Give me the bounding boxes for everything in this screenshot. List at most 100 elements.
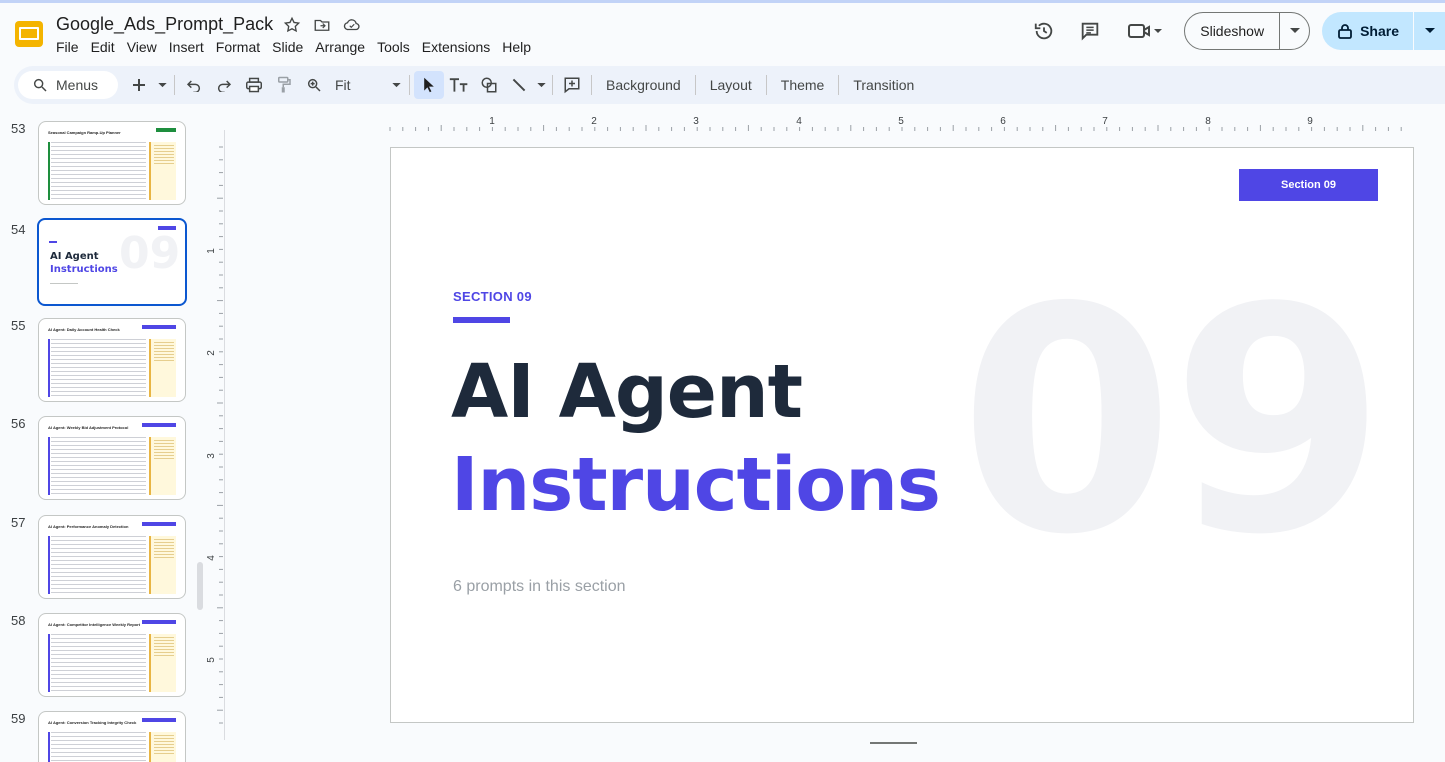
thumbnail-body-lines <box>51 536 146 594</box>
slide-number: 55 <box>11 318 26 333</box>
thumbnail-big-number: 09 <box>119 228 181 279</box>
thumbnail-accent-bar <box>48 536 50 594</box>
section-accent-bar[interactable] <box>453 317 510 323</box>
theme-button[interactable]: Theme <box>771 77 835 93</box>
slide-number: 54 <box>11 222 26 237</box>
slide-number: 58 <box>11 613 26 628</box>
search-menus[interactable]: Menus <box>18 71 118 99</box>
layout-button[interactable]: Layout <box>700 77 762 93</box>
search-icon <box>33 78 47 92</box>
menu-bar: File Edit View Insert Format Slide Arran… <box>56 38 543 56</box>
thumbnail-accent-bar <box>48 732 50 762</box>
line-dropdown-icon[interactable] <box>534 71 548 99</box>
menu-view[interactable]: View <box>127 38 162 56</box>
toolbar-divider <box>838 75 840 95</box>
move-folder-icon[interactable] <box>312 15 332 35</box>
ruler-label: 4 <box>796 116 802 127</box>
horizontal-ruler[interactable]: 1 2 3 4 5 6 7 8 9 <box>224 112 1445 132</box>
insert-comment-icon[interactable] <box>557 71 587 99</box>
slide-number: 57 <box>11 515 26 530</box>
filmstrip-scrollbar[interactable] <box>197 562 203 610</box>
ruler-label: 4 <box>206 555 217 561</box>
undo-icon[interactable] <box>179 71 209 99</box>
ruler-label: 1 <box>206 248 217 254</box>
thumbnail-title: AI Agent: Conversion Tracking Integrity … <box>48 720 137 725</box>
zoom-icon[interactable] <box>299 71 329 99</box>
slideshow-dropdown-icon[interactable] <box>1279 13 1309 49</box>
select-pointer-icon[interactable] <box>414 71 444 99</box>
slide-big-number[interactable]: 09 <box>959 268 1386 578</box>
slide-number: 53 <box>11 121 26 136</box>
ruler-label: 2 <box>206 350 217 356</box>
toolbar-divider <box>765 75 767 95</box>
share-button[interactable]: Share <box>1322 12 1413 50</box>
menu-tools[interactable]: Tools <box>377 38 415 56</box>
slide-thumbnail[interactable]: AI Agent: Performance Anomaly Detection <box>38 515 186 599</box>
share-dropdown-icon[interactable] <box>1413 12 1445 50</box>
slideshow-button[interactable]: Slideshow <box>1185 13 1279 49</box>
slides-logo-icon[interactable] <box>13 18 45 50</box>
slide-thumbnail[interactable]: AI Agent: Daily Account Health Check <box>38 318 186 402</box>
menu-help[interactable]: Help <box>502 38 536 56</box>
thumbnail-accent-bar <box>48 634 50 692</box>
cloud-status-icon[interactable] <box>342 15 362 35</box>
menu-extensions[interactable]: Extensions <box>422 38 495 56</box>
ruler-edge <box>224 130 225 740</box>
section-label[interactable]: SECTION 09 <box>453 289 532 304</box>
paint-format-icon[interactable] <box>269 71 299 99</box>
new-slide-plus-icon[interactable] <box>124 71 154 99</box>
thumbnail-accent-bar <box>48 437 50 495</box>
thumbnail-tag <box>142 620 176 624</box>
vertical-ruler[interactable]: 1 2 3 4 5 <box>204 130 224 740</box>
slide-thumbnail[interactable]: AI Agent: Competitor Intelligence Weekly… <box>38 613 186 697</box>
star-icon[interactable] <box>282 15 302 35</box>
redo-icon[interactable] <box>209 71 239 99</box>
thumbnail-accent-bar <box>49 241 57 243</box>
comments-icon[interactable] <box>1072 13 1108 49</box>
slide-thumbnail[interactable]: AI Agent: Weekly Bid Adjustment Protocol <box>38 416 186 500</box>
toolbar-divider <box>552 75 553 95</box>
background-button[interactable]: Background <box>596 77 691 93</box>
section-badge[interactable]: Section 09 <box>1239 169 1378 201</box>
ruler-label: 5 <box>206 657 217 663</box>
shape-icon[interactable] <box>474 71 504 99</box>
slide-thumbnail[interactable]: AI Agent: Conversion Tracking Integrity … <box>38 711 186 762</box>
new-slide-dropdown-icon[interactable] <box>154 71 170 99</box>
thumbnail-body-lines <box>51 732 146 762</box>
toolbar-divider <box>591 75 592 95</box>
slide-title-line1[interactable]: AI Agent <box>451 355 803 429</box>
ruler-label: 8 <box>1205 116 1211 127</box>
slide-subtitle[interactable]: 6 prompts in this section <box>453 578 626 596</box>
thumbnail-body-lines <box>51 634 146 692</box>
lock-icon <box>1338 24 1352 39</box>
thumbnail-tag <box>142 423 176 427</box>
line-icon[interactable] <box>504 71 534 99</box>
ruler-label: 2 <box>591 116 597 127</box>
menu-slide[interactable]: Slide <box>272 38 308 56</box>
slide-title-line2[interactable]: Instructions <box>451 448 941 522</box>
menu-insert[interactable]: Insert <box>169 38 209 56</box>
thumbnail-title: AI Agent: Daily Account Health Check <box>48 327 120 332</box>
transition-button[interactable]: Transition <box>843 77 924 93</box>
version-history-icon[interactable] <box>1026 13 1062 49</box>
slide-canvas[interactable]: 09 Section 09 SECTION 09 AI Agent Instru… <box>390 147 1414 723</box>
slide-thumbnail-selected[interactable]: 09 AI Agent Instructions <box>37 218 187 306</box>
slide-filmstrip: 53 Seasonal Campaign Ramp-Up Planner 54 … <box>0 112 200 762</box>
meet-video-icon[interactable] <box>1122 13 1168 49</box>
share-label: Share <box>1360 23 1399 39</box>
document-title[interactable]: Google_Ads_Prompt_Pack <box>56 14 273 35</box>
text-box-icon[interactable] <box>444 71 474 99</box>
thumbnail-tag <box>142 718 176 722</box>
thumbnail-title: AI Agent: Performance Anomaly Detection <box>48 524 129 529</box>
toolbar-divider <box>174 75 175 95</box>
menu-file[interactable]: File <box>56 38 84 56</box>
print-icon[interactable] <box>239 71 269 99</box>
menu-edit[interactable]: Edit <box>91 38 120 56</box>
speaker-notes-handle[interactable] <box>870 742 917 744</box>
menu-format[interactable]: Format <box>216 38 265 56</box>
zoom-select[interactable]: Fit <box>329 77 405 93</box>
menu-arrange[interactable]: Arrange <box>315 38 370 56</box>
thumbnail-note-panel <box>149 339 176 397</box>
thumbnail-note-panel <box>149 142 176 200</box>
slide-thumbnail[interactable]: Seasonal Campaign Ramp-Up Planner <box>38 121 186 205</box>
